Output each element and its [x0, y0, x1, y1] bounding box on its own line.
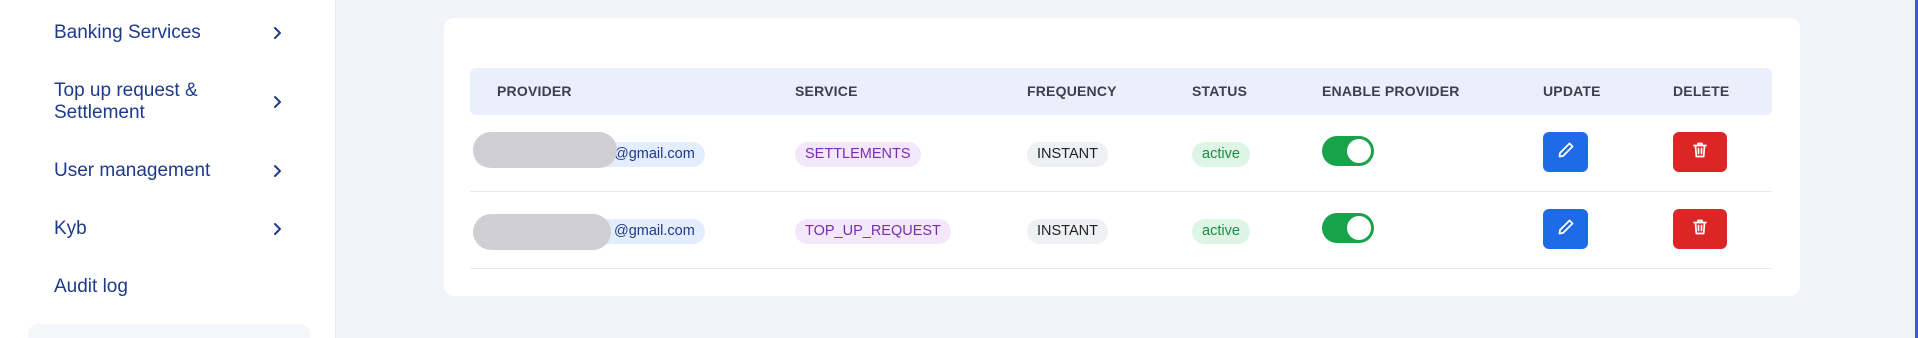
sidebar-item-label: User management [54, 160, 211, 181]
pencil-icon [1556, 140, 1576, 165]
sidebar-item-user-management[interactable]: User management [54, 160, 284, 182]
scrollbar-track[interactable] [1906, 0, 1918, 338]
toggle-knob [1347, 216, 1371, 240]
sidebar-item-top-up-request-settlement[interactable]: Top up request & Settlement [54, 80, 284, 124]
status-badge: active [1192, 219, 1250, 244]
sidebar-item-label: Top up request & Settlement [54, 80, 198, 123]
frequency-pill: INSTANT [1027, 142, 1108, 167]
update-button[interactable] [1543, 209, 1588, 249]
enable-provider-toggle[interactable] [1322, 213, 1374, 243]
sidebar-footer-card [28, 324, 310, 338]
service-pill: SETTLEMENTS [795, 142, 921, 167]
sidebar-item-label: Banking Services [54, 22, 201, 43]
column-header-status: STATUS [1192, 83, 1248, 99]
row-divider [470, 268, 1772, 269]
chevron-right-icon [270, 222, 284, 236]
chevron-right-icon [270, 164, 284, 178]
chevron-right-icon [270, 26, 284, 40]
trash-icon [1690, 140, 1710, 165]
redacted-email-mask [473, 214, 611, 250]
column-header-update: UPDATE [1543, 83, 1601, 99]
update-button[interactable] [1543, 132, 1588, 172]
enable-provider-toggle[interactable] [1322, 136, 1374, 166]
sidebar-item-audit-log[interactable]: Audit log [54, 276, 284, 298]
column-header-service: SERVICE [795, 83, 858, 99]
row-divider [470, 191, 1772, 192]
sidebar-item-label: Audit log [54, 276, 128, 297]
trash-icon [1690, 217, 1710, 242]
sidebar-item-kyb[interactable]: Kyb [54, 218, 284, 240]
chevron-right-icon [270, 95, 284, 109]
column-header-delete: DELETE [1673, 83, 1730, 99]
column-header-frequency: FREQUENCY [1027, 83, 1117, 99]
sidebar-item-label: Kyb [54, 218, 87, 239]
pencil-icon [1556, 217, 1576, 242]
toggle-knob [1347, 139, 1371, 163]
column-header-provider: PROVIDER [497, 83, 572, 99]
frequency-pill: INSTANT [1027, 219, 1108, 244]
delete-button[interactable] [1673, 132, 1727, 172]
column-header-enable-provider: ENABLE PROVIDER [1322, 83, 1460, 99]
sidebar-item-banking-services[interactable]: Banking Services [54, 22, 284, 44]
redacted-email-mask [473, 132, 617, 168]
service-pill: TOP_UP_REQUEST [795, 219, 951, 244]
delete-button[interactable] [1673, 209, 1727, 249]
sidebar: Banking Services Top up request & Settle… [0, 0, 336, 338]
status-badge: active [1192, 142, 1250, 167]
